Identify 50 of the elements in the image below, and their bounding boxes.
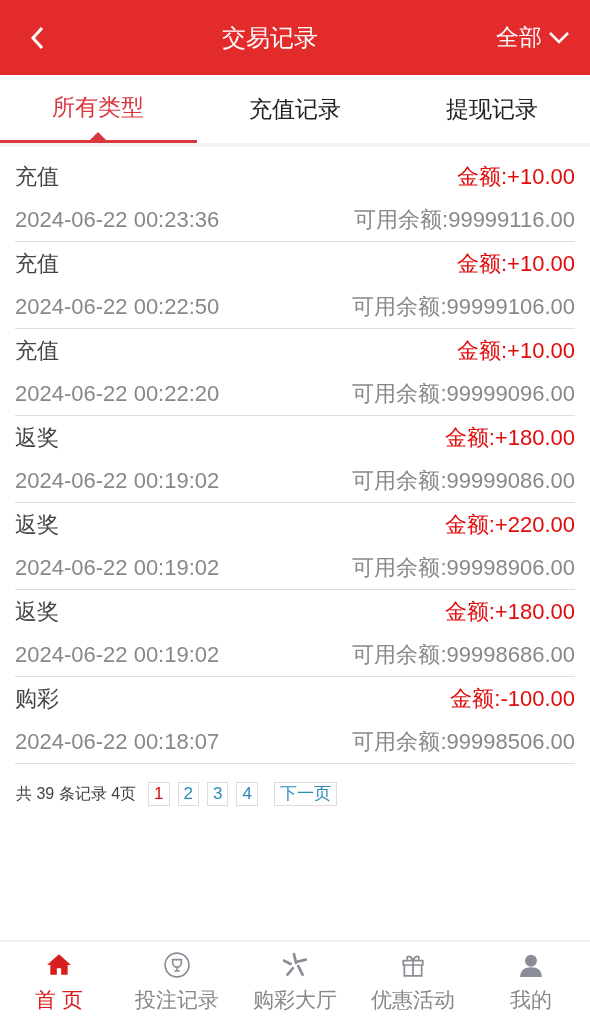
record-time: 2024-06-22 00:19:02 (15, 641, 220, 669)
page-button[interactable]: 4 (236, 782, 258, 806)
record-balance: 可用余额:99998506.00 (352, 728, 575, 756)
record-balance: 可用余额:99998906.00 (352, 554, 575, 582)
nav-tab[interactable]: 首 页 (0, 942, 118, 1024)
tab[interactable]: 所有类型 (0, 75, 197, 143)
record-type: 充值 (15, 250, 59, 278)
record-balance: 可用余额:99999116.00 (354, 206, 575, 234)
record-time: 2024-06-22 00:19:02 (15, 554, 220, 582)
record-amount: 金额:+10.00 (457, 163, 575, 191)
trophy-icon (164, 952, 190, 978)
page-button[interactable]: 3 (206, 782, 229, 806)
record-type: 购彩 (15, 685, 59, 713)
record-time: 2024-06-22 00:18:07 (15, 728, 220, 756)
record-type: 返奖 (15, 511, 59, 539)
record-amount: 金额:+180.00 (444, 424, 575, 452)
back-button[interactable] (30, 25, 44, 50)
nav-tab[interactable]: 购彩大厅 (236, 942, 354, 1024)
home-icon (46, 952, 72, 978)
next-page-button[interactable]: 下一页 (273, 782, 337, 806)
record-balance: 可用余额:99999096.00 (352, 380, 575, 408)
tab[interactable]: 充值记录 (196, 75, 394, 143)
record-time: 2024-06-22 00:22:20 (15, 380, 220, 408)
page-button[interactable]: 1 (148, 782, 170, 806)
nav-tab[interactable]: 投注记录 (118, 942, 236, 1024)
record-type: 返奖 (15, 598, 59, 626)
record-type: 充值 (15, 337, 59, 365)
record-type: 返奖 (15, 424, 59, 452)
pager-summary: 共 39 条记录 4页 (16, 784, 137, 804)
record-balance: 可用余额:99999106.00 (352, 293, 575, 321)
record-time: 2024-06-22 00:23:36 (15, 206, 220, 234)
tab[interactable]: 提现记录 (393, 75, 590, 143)
record-balance: 可用余额:99999086.00 (352, 467, 575, 495)
record-type: 充值 (15, 163, 59, 191)
record-amount: 金额:+10.00 (457, 337, 575, 365)
record-amount: 金额:-100.00 (450, 685, 575, 713)
page-button[interactable]: 2 (177, 782, 199, 806)
nav-tab[interactable]: 优惠活动 (354, 942, 472, 1024)
filter-dropdown[interactable]: 全部 (496, 20, 570, 55)
record-amount: 金额:+10.00 (457, 250, 575, 278)
record-time: 2024-06-22 00:19:02 (15, 467, 220, 495)
record-amount: 金额:+180.00 (444, 598, 575, 626)
nav-tab[interactable]: 我的 (472, 942, 590, 1024)
record-balance: 可用余额:99998686.00 (352, 641, 575, 669)
caret-icon (548, 30, 570, 45)
star-icon (282, 952, 308, 978)
record-time: 2024-06-22 00:22:50 (15, 293, 220, 321)
page-title: 交易记录 (222, 22, 318, 53)
user-icon (518, 952, 544, 978)
record-amount: 金额:+220.00 (444, 511, 575, 539)
